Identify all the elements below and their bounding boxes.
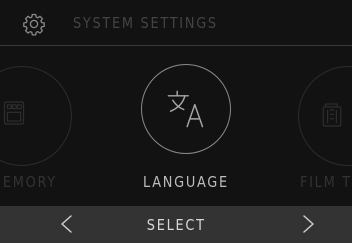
carousel-label-film: FILM T <box>300 173 352 191</box>
header-bar: SYSTEM SETTINGS <box>0 0 352 46</box>
footer-bar: SELECT <box>0 206 352 243</box>
language-translate-icon <box>167 90 204 128</box>
chevron-right-icon[interactable] <box>298 214 318 234</box>
system-settings-screen: SYSTEM SETTINGS MEMORY <box>0 0 352 243</box>
memory-card-icon <box>3 101 25 125</box>
select-button[interactable]: SELECT <box>126 214 226 236</box>
carousel-label-language: LANGUAGE <box>143 173 229 191</box>
chevron-left-icon[interactable] <box>57 214 77 234</box>
carousel-label-memory: MEMORY <box>0 173 57 191</box>
carousel-item-language[interactable] <box>141 64 231 154</box>
settings-carousel[interactable]: MEMORY LANGUAGE <box>0 46 352 206</box>
film-icon <box>322 103 342 127</box>
carousel-item-film[interactable] <box>298 66 352 166</box>
carousel-item-memory[interactable] <box>0 66 72 166</box>
page-title: SYSTEM SETTINGS <box>73 14 218 32</box>
gear-icon[interactable] <box>22 12 46 36</box>
